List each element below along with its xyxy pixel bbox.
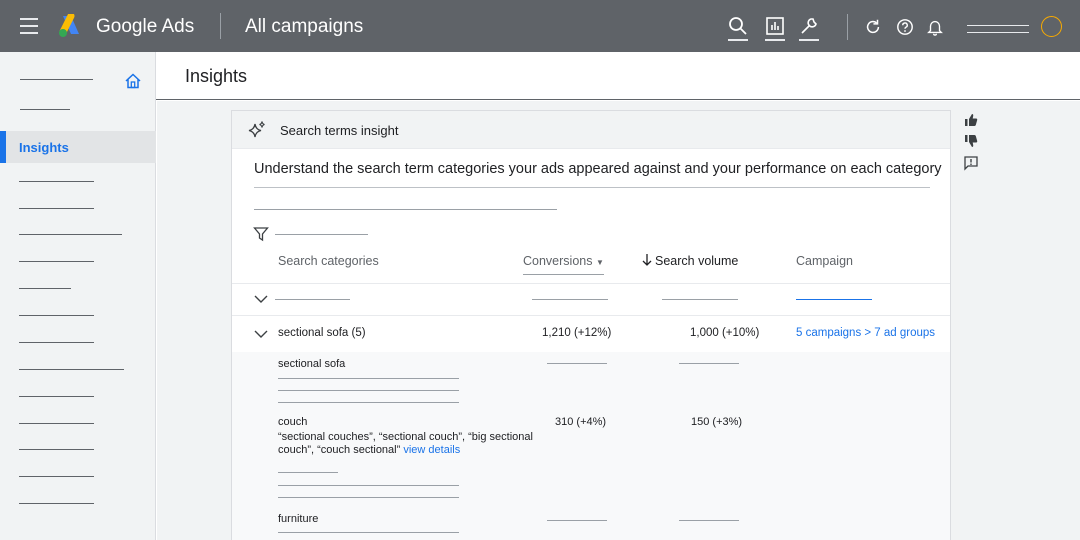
search-underline [728,39,748,41]
sidebar-item-placeholder[interactable] [19,342,94,343]
term-placeholder [679,363,739,364]
reports-underline [765,39,785,41]
thumbs-up-icon[interactable] [963,112,979,128]
row-placeholder [662,299,738,300]
header-divider [232,283,950,284]
avatar[interactable] [1041,16,1062,37]
header-divider [220,13,221,39]
term-search-volume: 150 (+3%) [691,416,743,428]
header-divider-2 [847,14,848,40]
view-details-link[interactable]: view details [403,444,460,456]
arrow-down-icon [642,254,652,266]
row-placeholder [532,299,608,300]
term-placeholder [547,520,607,521]
description-divider [254,187,930,188]
refresh-icon[interactable] [864,18,882,36]
reports-icon[interactable] [765,16,785,36]
sidebar-item-placeholder[interactable] [19,476,94,477]
sidebar-item-placeholder[interactable] [19,234,122,235]
column-header-search-volume[interactable]: Search volume [655,254,738,268]
sidebar-item-placeholder[interactable] [19,449,94,450]
sidebar-item-placeholder[interactable] [19,288,71,289]
sidebar-item-placeholder[interactable] [19,369,124,370]
google-ads-logo [59,14,79,37]
sparkle-icon [248,121,265,138]
menu-icon[interactable] [20,18,38,34]
card-header: Search terms insight [232,111,950,149]
tools-icon[interactable] [799,16,819,36]
campaign-link[interactable]: 5 campaigns > 7 ad groups [796,327,935,339]
sidebar-item-placeholder[interactable] [19,315,94,316]
page-header: Insights [156,52,1080,100]
term-examples: “sectional couches”, “sectional couch”, … [278,431,548,457]
help-icon[interactable] [896,18,914,36]
row-placeholder [275,299,350,300]
notifications-icon[interactable] [926,18,944,36]
sidebar: Insights [0,52,156,540]
account-title[interactable]: All campaigns [245,16,363,38]
sidebar-item-placeholder[interactable] [19,261,94,262]
column-header-conversions[interactable]: Conversions ▼ [523,254,604,275]
chevron-down-icon[interactable] [254,329,268,339]
term-placeholder [679,520,739,521]
term-placeholder [547,363,607,364]
card-title: Search terms insight [280,123,399,138]
row-divider [232,315,950,316]
brand-name: Google Ads [96,16,195,37]
sidebar-item-placeholder[interactable] [19,396,94,397]
term-detail-placeholder [278,497,459,498]
term-name: sectional sofa [278,358,346,370]
card-description: Understand the search term categories yo… [254,161,942,177]
sidebar-item-label: Insights [19,140,69,155]
term-detail-placeholder [278,532,459,533]
filter-icon[interactable] [253,226,269,242]
search-terms-insight-card: Search terms insight Understand the sear… [231,110,951,540]
category-terms-list: sectional sofa couch 310 (+4%) 150 (+3%)… [232,352,950,540]
column-header-conversions-label: Conversions [523,254,593,268]
filter-placeholder[interactable] [275,234,368,235]
account-id-placeholder [967,32,1029,33]
term-detail-placeholder [278,378,459,379]
term-name: furniture [278,513,319,525]
sidebar-item-placeholder[interactable] [19,503,94,504]
sidebar-item-insights[interactable]: Insights [0,131,156,163]
row-link-placeholder[interactable] [796,299,872,300]
term-detail-placeholder [278,390,459,391]
column-header-categories[interactable]: Search categories [278,254,379,268]
term-name: couch [278,416,308,428]
term-detail-placeholder [278,472,338,473]
category-search-volume: 1,000 (+10%) [690,327,760,339]
term-detail-placeholder [278,402,459,403]
tools-underline [799,39,819,41]
term-conversions: 310 (+4%) [555,416,607,428]
column-header-campaign[interactable]: Campaign [796,254,853,268]
account-name-placeholder[interactable] [967,25,1029,26]
sidebar-item-placeholder[interactable] [19,208,94,209]
dropdown-arrow-icon: ▼ [595,258,604,267]
chevron-down-icon[interactable] [254,294,268,304]
top-app-bar: Google Ads All campaigns [0,0,1080,52]
search-icon[interactable] [728,16,748,36]
thumbs-down-icon[interactable] [963,133,979,149]
sidebar-item-placeholder[interactable] [20,79,93,80]
sidebar-item-placeholder[interactable] [19,181,94,182]
category-conversions: 1,210 (+12%) [542,327,612,339]
feedback-icon[interactable] [963,155,979,171]
sidebar-item-placeholder[interactable] [19,423,94,424]
home-icon[interactable] [124,72,142,90]
page-title: Insights [185,66,248,86]
category-name: sectional sofa (5) [278,327,366,339]
term-detail-placeholder [278,485,459,486]
sidebar-item-placeholder[interactable] [20,109,70,110]
summary-placeholder [254,209,557,210]
